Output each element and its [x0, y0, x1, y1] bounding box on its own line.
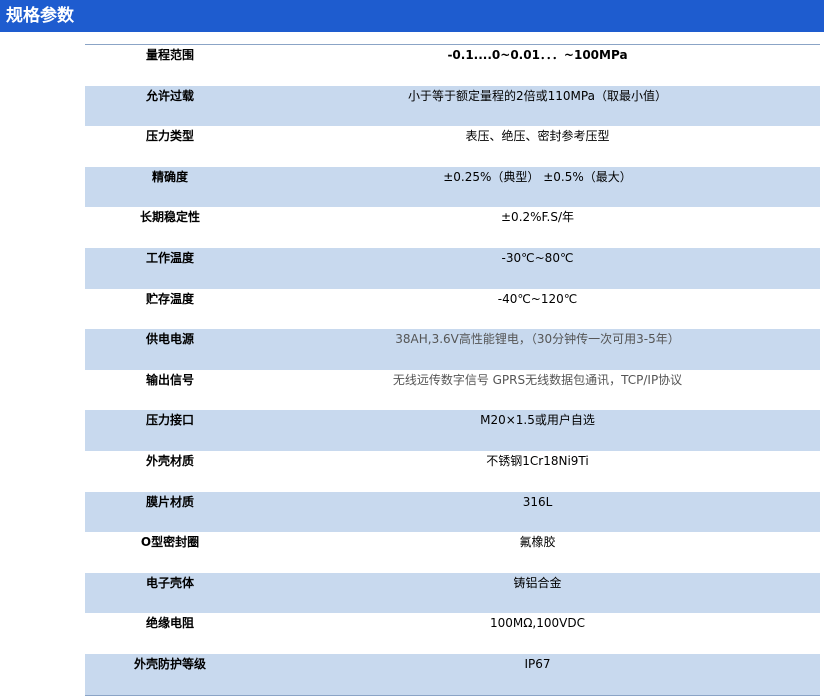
- spec-row: 允许过载 小于等于额定量程的2倍或110MPa（取最小值）: [85, 85, 820, 127]
- spec-value: 氟橡胶: [519, 535, 556, 550]
- spec-table: 量程范围 -0.1....0~0.01．．．~100MPa 允许过载 小于等于额定量程…: [85, 44, 820, 696]
- spec-value: -0.1....0~0.01．．．~100MPa: [447, 48, 628, 62]
- spec-label: 工作温度: [145, 250, 194, 265]
- spec-label: 输出信号: [145, 372, 194, 387]
- spec-row: 量程范围 -0.1....0~0.01．．．~100MPa: [85, 45, 820, 86]
- spec-row: 外壳材质 不锈钢1Cr18Ni9Ti: [85, 450, 820, 492]
- spec-value: -30℃~80℃: [501, 250, 574, 265]
- spec-row: 精确度 ±0.25%（典型） ±0.5%（最大）: [85, 166, 820, 208]
- spec-value: 100MΩ,100VDC: [490, 616, 585, 631]
- spec-label: 压力类型: [145, 129, 194, 144]
- spec-row: 绝缘电阻 100MΩ,100VDC: [85, 613, 820, 654]
- spec-label: 绝缘电阻: [145, 616, 194, 631]
- spec-value: 铸铝合金: [513, 575, 562, 590]
- spec-label: 压力接口: [145, 413, 194, 428]
- spec-value: 不锈钢1Cr18Ni9Ti: [486, 453, 589, 468]
- spec-value: IP67: [524, 656, 551, 671]
- spec-value: ±0.2%F.S/年: [501, 210, 574, 225]
- spec-label: 外壳材质: [145, 453, 194, 468]
- spec-value: -40℃~120℃: [497, 291, 578, 306]
- spec-label: 供电电源: [145, 332, 194, 347]
- spec-row: 压力类型 表压、绝压、密封参考压型: [85, 126, 820, 167]
- spec-value: 表压、绝压、密封参考压型: [465, 129, 610, 144]
- spec-label: 电子壳体: [145, 575, 194, 590]
- spec-label: O型密封圈: [140, 535, 200, 550]
- spec-row: 贮存温度 -40℃~120℃: [85, 288, 820, 330]
- spec-row: 供电电源 38AH,3.6V高性能锂电，（30分钟传一次可用3-5年）: [85, 329, 820, 370]
- spec-value: ±0.25%（典型） ±0.5%（最大）: [443, 169, 632, 184]
- spec-row: 输出信号 无线远传数字信号 GPRS无线数据包通讯，TCP/IP协议: [85, 369, 820, 411]
- spec-value: 38AH,3.6V高性能锂电，（30分钟传一次可用3-5年）: [395, 332, 680, 347]
- spec-label: 允许过载: [145, 88, 194, 103]
- spec-label: 长期稳定性: [139, 210, 200, 225]
- spec-row: 长期稳定性 ±0.2%F.S/年: [85, 207, 820, 248]
- spec-label: 精确度: [151, 169, 188, 184]
- spec-row: 工作温度 -30℃~80℃: [85, 247, 820, 289]
- spec-label: 量程范围: [145, 48, 194, 62]
- spec-row: 外壳防护等级 IP67: [85, 653, 820, 695]
- spec-label: 膜片材质: [145, 494, 194, 509]
- section-header: 规格参数: [0, 0, 824, 32]
- spec-label: 贮存温度: [145, 291, 194, 306]
- section-title: 规格参数: [6, 6, 74, 26]
- spec-label: 外壳防护等级: [133, 656, 206, 671]
- spec-row: 膜片材质 316L: [85, 491, 820, 533]
- spec-value: 无线远传数字信号 GPRS无线数据包通讯，TCP/IP协议: [392, 372, 683, 387]
- spec-value: M20×1.5或用户自选: [480, 413, 595, 428]
- spec-value: 316L: [522, 494, 553, 509]
- spec-row: 电子壳体 铸铝合金: [85, 572, 820, 614]
- spec-value: 小于等于额定量程的2倍或110MPa（取最小值）: [408, 88, 667, 103]
- spec-row: 压力接口 M20×1.5或用户自选: [85, 410, 820, 451]
- spec-row: O型密封圈 氟橡胶: [85, 532, 820, 573]
